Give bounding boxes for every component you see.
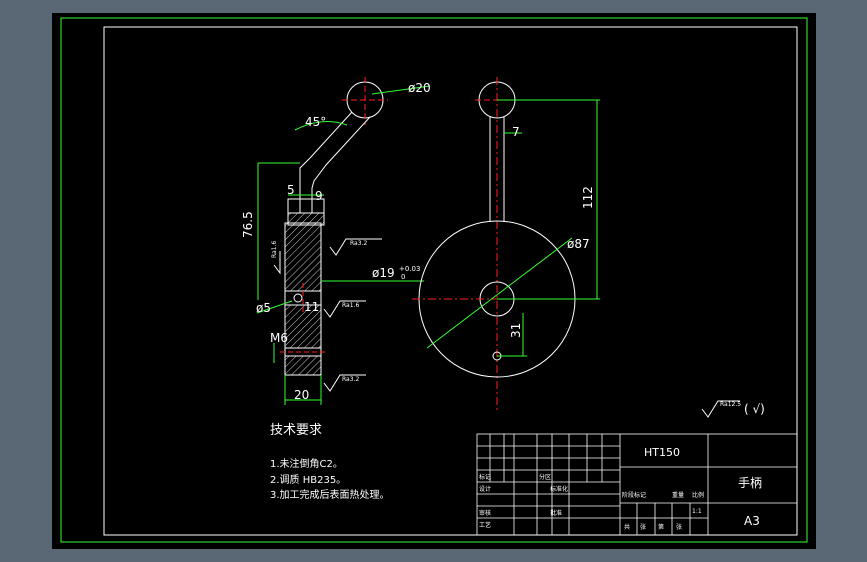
dim-d87: ø87 [567, 237, 590, 251]
dim-112: 112 [581, 186, 595, 209]
note-3: 3.加工完成后表面热处理。 [270, 488, 390, 501]
sheet-size: A3 [744, 514, 760, 528]
tb-label: 比例 [692, 491, 704, 499]
roughness-3: Ra3.2 [342, 376, 359, 383]
tb-label: 设计 [479, 485, 491, 493]
roughness-side: Ra1.6 [271, 241, 278, 258]
side-view: 76.5 5 9 45° ø20 ø19 +0.03 0 ø5 11 M6 20… [241, 77, 431, 405]
dim-d20: ø20 [408, 81, 431, 95]
tb-label: 批准 [550, 509, 562, 517]
cad-drawing: 76.5 5 9 45° ø20 ø19 +0.03 0 ø5 11 M6 20… [60, 17, 808, 543]
note-1: 1.未注倒角C2。 [270, 457, 343, 470]
dim-11: 11 [304, 300, 319, 314]
dim-d19-tol2: 0 [401, 273, 405, 281]
general-roughness-paren: ( √) [744, 402, 765, 416]
dim-5top: 5 [287, 183, 295, 197]
note-2: 2.调质 HB235。 [270, 474, 346, 486]
tb-label: 分区 [539, 473, 551, 481]
dim-765: 76.5 [241, 211, 255, 238]
tb-label: 标记 [479, 473, 491, 481]
outer-frame [60, 17, 808, 543]
tb-label: 阶段标记 [622, 491, 646, 499]
dim-d19-tol: +0.03 [399, 265, 420, 273]
roughness-1: Ra3.2 [350, 240, 367, 247]
dim-line-d87 [426, 237, 573, 349]
drawing-canvas: 76.5 5 9 45° ø20 ø19 +0.03 0 ø5 11 M6 20… [52, 13, 816, 549]
tb-label: 标准化 [550, 485, 568, 493]
tb-label: 审核 [479, 509, 491, 517]
hub-top [287, 212, 325, 226]
dim-7: 7 [512, 125, 520, 139]
tb-label: 共 [624, 523, 630, 531]
dim-m6: M6 [270, 331, 288, 345]
dim-31: 31 [509, 323, 523, 338]
tb-label: 张 [676, 523, 682, 531]
tb-label: 张 [640, 523, 646, 531]
tb-label: 重量 [672, 491, 684, 499]
dim-d19: ø19 [372, 266, 395, 280]
dim-20: 20 [294, 388, 309, 402]
front-view: 7 112 ø87 31 [412, 77, 600, 413]
tb-label: 第 [658, 523, 664, 531]
tb-label: 工艺 [479, 521, 491, 529]
dim-9: 9 [315, 189, 323, 203]
part-name: 手柄 [738, 476, 762, 490]
material: HT150 [644, 446, 680, 459]
roughness-2: Ra1.6 [342, 302, 359, 309]
dim-d5: ø5 [256, 301, 271, 315]
tb-scale: 1:1 [692, 508, 702, 515]
dim-45: 45° [305, 115, 326, 129]
general-roughness-val: Ra12.5 [720, 401, 741, 408]
inner-frame [103, 26, 798, 536]
tech-req-title: 技术要求 [270, 423, 322, 438]
